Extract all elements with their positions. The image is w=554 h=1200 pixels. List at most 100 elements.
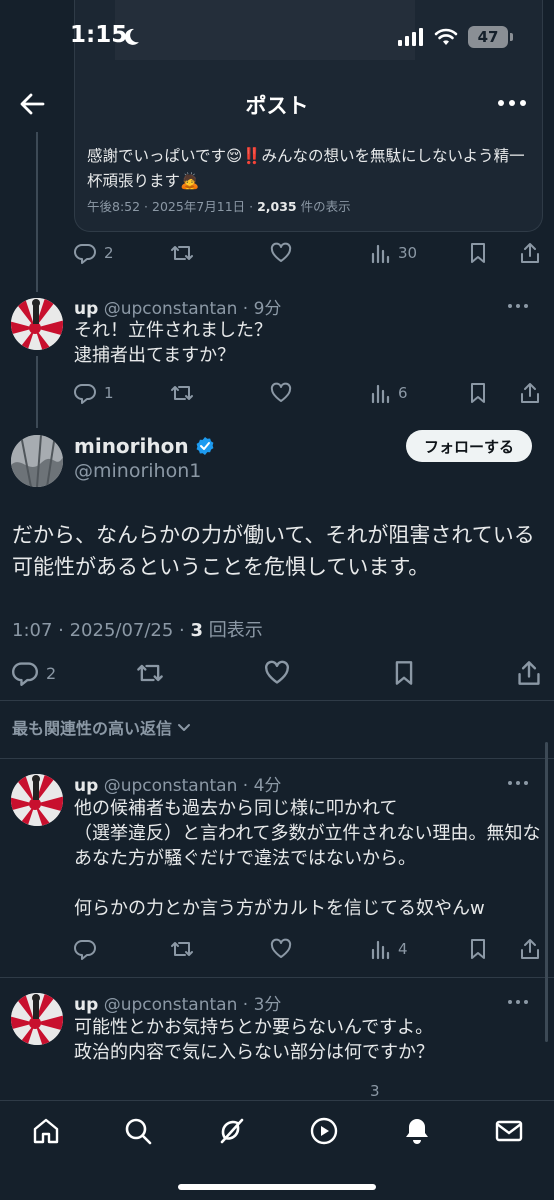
repost-icon <box>171 246 193 260</box>
author-name[interactable]: up <box>74 299 98 319</box>
share-icon <box>518 661 540 685</box>
verified-badge-icon <box>196 437 214 455</box>
like-button[interactable] <box>270 938 292 960</box>
more-options-icon[interactable] <box>508 304 528 308</box>
share-button[interactable] <box>520 382 540 404</box>
main-post-meta: 1:07 · 2025/07/25 · 3 回表示 <box>12 620 263 641</box>
reply-header: up @upconstantan · 9分 <box>74 294 281 319</box>
reply-button[interactable] <box>74 938 96 960</box>
chevron-down-icon <box>178 724 191 731</box>
views-button[interactable]: 3 <box>370 1082 380 1100</box>
tab-search[interactable] <box>118 1111 158 1151</box>
main-author-handle[interactable]: @minorihon1 <box>74 460 201 482</box>
scrollbar[interactable] <box>545 742 548 1042</box>
repost-icon <box>137 664 163 682</box>
status-time: 1:15 <box>70 22 128 48</box>
grok-icon <box>220 1118 244 1144</box>
reply-text: 他の候補者も過去から同じ様に叩かれて （選挙違反）と言われて多数が立件されない理… <box>74 798 541 919</box>
repost-button[interactable] <box>136 660 164 686</box>
bookmark-icon <box>471 939 485 959</box>
share-button[interactable] <box>517 660 541 686</box>
author-handle[interactable]: @upconstantan <box>104 995 238 1015</box>
share-icon <box>521 939 539 959</box>
share-button[interactable] <box>520 938 540 960</box>
reply-button[interactable]: 1 <box>74 382 114 404</box>
tab-grok[interactable] <box>211 1111 251 1151</box>
bookmark-icon <box>395 661 413 685</box>
repost-button[interactable] <box>170 382 194 404</box>
views-button[interactable]: 6 <box>370 382 408 404</box>
post-time: · 9分 <box>242 299 282 319</box>
reply-header: up @upconstantan · 3分 <box>74 990 281 1015</box>
reply-icon <box>74 940 96 960</box>
author-handle[interactable]: @upconstantan <box>104 299 238 319</box>
author-name[interactable]: up <box>74 776 98 796</box>
like-button[interactable] <box>270 382 292 404</box>
avatar[interactable] <box>11 774 63 826</box>
tab-video[interactable] <box>304 1111 344 1151</box>
reply-icon <box>74 384 96 404</box>
heart-icon <box>270 382 292 402</box>
action-row: 4 <box>74 934 544 964</box>
reply-button[interactable]: 2 <box>12 660 56 686</box>
more-options-icon[interactable] <box>498 100 526 106</box>
main-action-row: 2 <box>12 658 542 688</box>
bar-chart-icon <box>371 244 390 264</box>
author-handle[interactable]: @upconstantan <box>104 776 238 796</box>
views-button[interactable]: 4 <box>370 938 408 960</box>
bookmark-button[interactable] <box>468 938 488 960</box>
avatar[interactable] <box>11 298 63 350</box>
repost-button[interactable] <box>170 242 194 264</box>
repost-button[interactable] <box>170 938 194 960</box>
more-options-icon[interactable] <box>508 781 528 785</box>
avatar-image <box>11 435 63 487</box>
main-author-name[interactable]: minorihon <box>74 434 215 458</box>
tab-notifications[interactable] <box>397 1111 437 1151</box>
battery-indicator: 47 <box>468 26 513 48</box>
moon-icon <box>124 28 139 45</box>
avatar[interactable] <box>11 993 63 1045</box>
like-button[interactable] <box>264 660 290 686</box>
divider <box>0 758 554 759</box>
home-indicator[interactable] <box>178 1184 376 1190</box>
action-row: 1 6 <box>74 378 544 408</box>
divider <box>0 700 554 701</box>
bell-icon <box>406 1119 428 1144</box>
heart-icon <box>270 242 292 262</box>
status-bar: 1:15 47 <box>0 0 554 76</box>
share-icon <box>521 383 539 403</box>
bookmark-button[interactable] <box>392 660 416 686</box>
views-button[interactable]: 30 <box>370 242 417 264</box>
main-post-text: だから、なんらかの力が働いて、それが阻害されている可能性があるということを危惧し… <box>12 523 535 579</box>
bookmark-button[interactable] <box>468 382 488 404</box>
post-time: · 3分 <box>242 995 282 1015</box>
tab-home[interactable] <box>26 1111 66 1151</box>
heart-icon <box>265 660 289 684</box>
rising-sun-avatar-image <box>11 774 63 826</box>
page-title: ポスト <box>245 94 309 118</box>
avatar[interactable] <box>11 435 63 487</box>
mail-icon <box>495 1120 523 1142</box>
reply-sort-dropdown[interactable]: 最も関連性の高い返信 <box>12 715 192 739</box>
repost-icon <box>171 942 193 956</box>
reply-header: up @upconstantan · 4分 <box>74 771 281 796</box>
play-circle-icon <box>310 1117 338 1145</box>
reply-icon <box>74 244 96 264</box>
reply-text: それ！立件されました？ 逮捕者出てますか？ <box>74 320 272 366</box>
tab-messages[interactable] <box>489 1111 529 1151</box>
author-name[interactable]: up <box>74 995 98 1015</box>
rising-sun-avatar-image <box>11 298 63 350</box>
search-icon <box>125 1118 152 1145</box>
nav-bar: ポスト <box>0 76 554 132</box>
wifi-icon <box>434 28 458 45</box>
bookmark-button[interactable] <box>468 242 488 264</box>
reply-icon <box>12 662 38 686</box>
post-time: · 4分 <box>242 776 282 796</box>
more-options-icon[interactable] <box>508 1000 528 1004</box>
thread-line <box>36 356 38 428</box>
reply-button[interactable]: 2 <box>74 242 114 264</box>
status-indicators: 47 <box>398 26 513 48</box>
share-button[interactable] <box>520 242 540 264</box>
like-button[interactable] <box>270 242 292 264</box>
follow-button[interactable]: フォローする <box>406 430 532 462</box>
